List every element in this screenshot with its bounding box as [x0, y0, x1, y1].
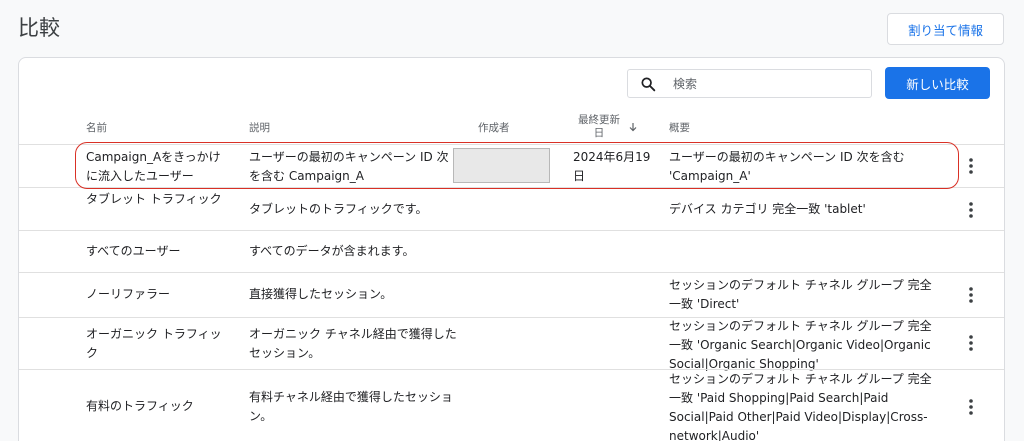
row-name[interactable]: ノーリファラー [86, 285, 226, 304]
assign-info-button[interactable]: 割り当て情報 [887, 13, 1004, 45]
column-header-creator[interactable]: 作成者 [478, 122, 510, 135]
search-input[interactable] [673, 76, 863, 91]
table-row[interactable]: Campaign_Aをきっかけに流入したユーザー ユーザーの最初のキャンペーン … [19, 144, 1004, 187]
arrow-down-icon [629, 123, 637, 132]
row-summary: デバイス カテゴリ 完全一致 'tablet' [669, 202, 866, 216]
new-comparison-button[interactable]: 新しい比較 [885, 67, 990, 99]
more-vert-icon[interactable] [964, 334, 978, 352]
row-description: 有料チャネル経由で獲得したセッション。 [249, 390, 453, 423]
row-summary: ユーザーの最初のキャンペーン ID 次を含む 'Campaign_A' [669, 150, 905, 183]
more-vert-icon[interactable] [964, 286, 978, 304]
column-header-name[interactable]: 名前 [86, 122, 107, 135]
row-summary: セッションのデフォルト チャネル グループ 完全一致 'Organic Sear… [669, 319, 932, 371]
column-header-description[interactable]: 説明 [249, 122, 270, 135]
row-name[interactable]: Campaign_Aをきっかけに流入したユーザー [86, 148, 226, 186]
table-row[interactable]: 有料のトラフィック 有料チャネル経由で獲得したセッション。 セッションのデフォル… [19, 369, 1004, 441]
creator-redacted [453, 148, 550, 183]
table-row[interactable]: オーガニック トラフィック オーガニック チャネル経由で獲得したセッション。 セ… [19, 317, 1004, 371]
row-name[interactable]: タブレット トラフィック [86, 190, 226, 209]
row-description: すべてのデータが含まれます。 [249, 244, 415, 258]
table-row[interactable]: すべてのユーザー すべてのデータが含まれます。 [19, 230, 1004, 272]
search-box[interactable] [627, 69, 872, 98]
row-date: 2024年6月19日 [573, 150, 651, 183]
column-header-updated[interactable]: 最終更新日 [577, 114, 639, 140]
more-vert-icon[interactable] [964, 201, 978, 219]
column-header-updated-label: 最終更新日 [578, 114, 620, 139]
row-description: オーガニック チャネル経由で獲得したセッション。 [249, 327, 457, 360]
table-row[interactable]: タブレット トラフィック タブレットのトラフィックです。 デバイス カテゴリ 完… [19, 187, 1004, 230]
row-description: 直接獲得したセッション。 [249, 287, 393, 301]
row-summary: セッションのデフォルト チャネル グループ 完全一致 'Paid Shoppin… [669, 372, 932, 441]
table-row[interactable]: ノーリファラー 直接獲得したセッション。 セッションのデフォルト チャネル グル… [19, 272, 1004, 317]
more-vert-icon[interactable] [964, 157, 978, 175]
row-name[interactable]: 有料のトラフィック [86, 397, 226, 416]
search-icon [641, 76, 656, 91]
page-title: 比較 [18, 16, 60, 40]
more-vert-icon[interactable] [964, 398, 978, 416]
comparisons-card: 新しい比較 名前 説明 作成者 最終更新日 概要 Campaign_Aをきっかけ… [18, 57, 1005, 441]
row-description: ユーザーの最初のキャンペーン ID 次を含む Campaign_A [249, 150, 449, 183]
row-name[interactable]: すべてのユーザー [86, 242, 226, 261]
row-name[interactable]: オーガニック トラフィック [86, 325, 226, 363]
row-summary: セッションのデフォルト チャネル グループ 完全一致 'Direct' [669, 278, 932, 311]
column-header-summary[interactable]: 概要 [669, 122, 690, 135]
row-description: タブレットのトラフィックです。 [249, 202, 428, 216]
